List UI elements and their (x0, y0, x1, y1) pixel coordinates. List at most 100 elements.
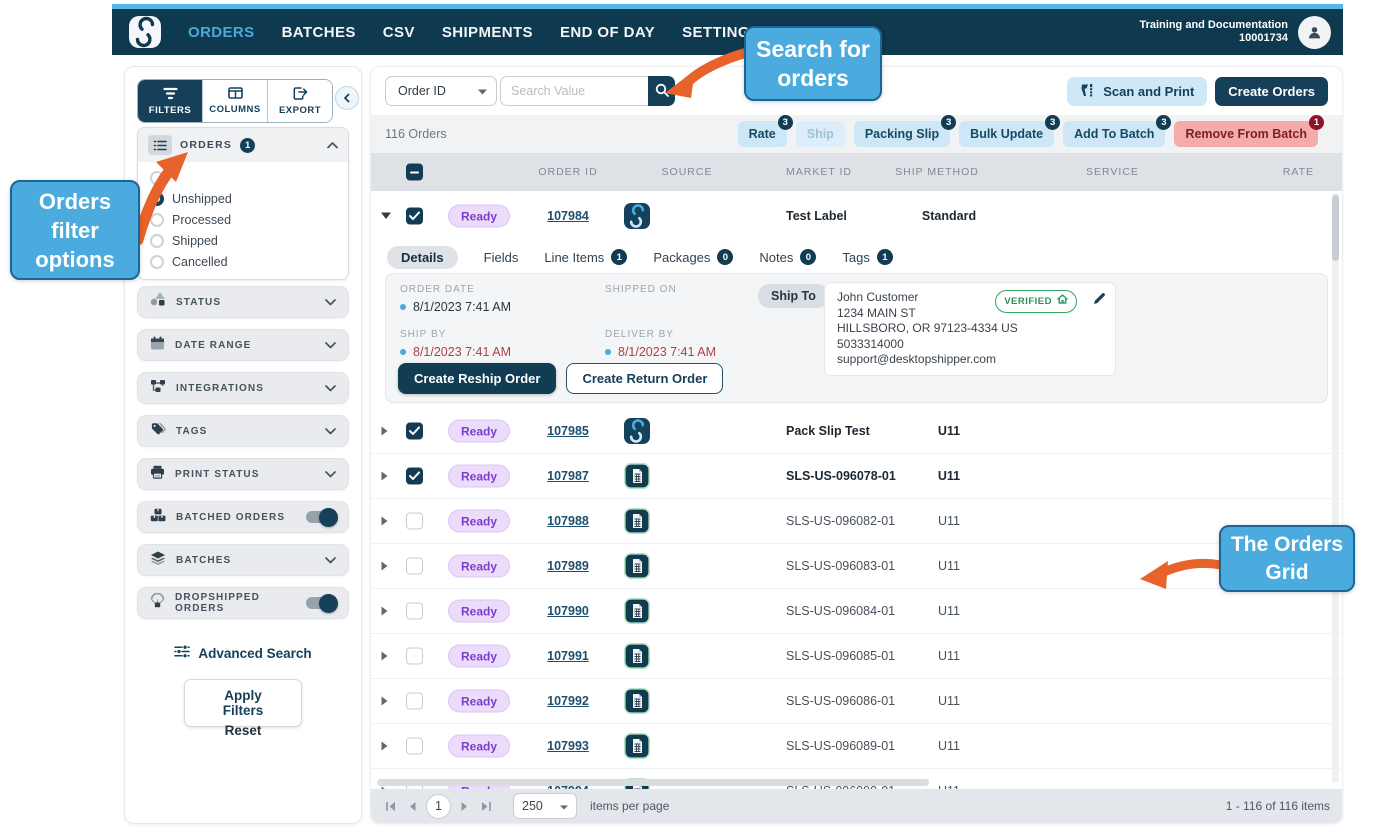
sidebar-section-integrations[interactable]: INTEGRATIONS (137, 372, 349, 404)
row-checkbox[interactable] (406, 648, 423, 665)
sidebar-section-dropshipped-orders[interactable]: DROPSHIPPED ORDERS (137, 587, 349, 619)
create-reship-order-button[interactable]: Create Reship Order (398, 363, 556, 394)
chevron-down-icon[interactable] (325, 336, 336, 354)
detail-tab-details[interactable]: Details (387, 246, 458, 269)
table-row[interactable]: Ready 107985 Pack Slip Test U11 (371, 409, 1342, 454)
horizontal-scrollbar[interactable] (377, 779, 929, 786)
search-input[interactable] (500, 76, 648, 106)
order-id-link[interactable]: 107992 (547, 694, 589, 708)
last-page-icon[interactable] (478, 801, 494, 812)
sidebar-tab-columns[interactable]: COLUMNS (202, 80, 267, 122)
table-row[interactable]: Ready 107987 SLS-US-096078-01 U11 (371, 454, 1342, 499)
search-button[interactable] (648, 76, 675, 106)
bulk-update-button[interactable]: Bulk Update3 (959, 121, 1054, 147)
search-field-select[interactable]: Order ID (385, 76, 497, 106)
order-id-link[interactable]: 107993 (547, 739, 589, 753)
orders-filter-header[interactable]: ORDERS 1 (138, 128, 348, 162)
packing-slip-button[interactable]: Packing Slip3 (854, 121, 950, 147)
vertical-scrollbar[interactable] (1332, 195, 1339, 261)
row-checkbox[interactable] (406, 208, 423, 225)
row-checkbox[interactable] (406, 513, 423, 530)
nav-item-batches[interactable]: BATCHES (282, 24, 356, 41)
remove-from-batch-button[interactable]: Remove From Batch1 (1174, 121, 1318, 147)
edit-address-pencil-icon[interactable] (1092, 291, 1107, 306)
sidebar-section-tags[interactable]: TAGS (137, 415, 349, 447)
orders-filter-option-shipped[interactable]: Shipped (150, 233, 336, 248)
table-row[interactable]: Ready 107984 Test Label Standard (371, 191, 1342, 241)
first-page-icon[interactable] (383, 801, 399, 812)
order-id-link[interactable]: 107989 (547, 559, 589, 573)
order-id-link[interactable]: 107990 (547, 604, 589, 618)
table-row[interactable]: Ready 107990 SLS-US-096084-01 U11 (371, 589, 1342, 634)
expand-row-caret[interactable] (381, 696, 388, 706)
order-id-link[interactable]: 107991 (547, 649, 589, 663)
detail-tab-line-items[interactable]: Line Items1 (544, 249, 627, 265)
chevron-down-icon[interactable] (325, 465, 336, 483)
nav-item-orders[interactable]: ORDERS (188, 24, 255, 41)
table-row[interactable]: Ready 107988 SLS-US-096082-01 U11 (371, 499, 1342, 544)
apply-filters-button[interactable]: Apply Filters (184, 679, 302, 727)
radio-icon[interactable] (150, 234, 164, 248)
sidebar-section-date-range[interactable]: DATE RANGE (137, 329, 349, 361)
order-id-link[interactable]: 107988 (547, 514, 589, 528)
row-checkbox[interactable] (406, 693, 423, 710)
row-checkbox[interactable] (406, 423, 423, 440)
orders-filter-option[interactable] (150, 170, 336, 185)
scan-and-print-button[interactable]: Scan and Print (1067, 77, 1207, 106)
collapse-row-caret[interactable] (381, 213, 391, 220)
order-id-link[interactable]: 107984 (547, 209, 589, 223)
row-checkbox[interactable] (406, 738, 423, 755)
desktopshipper-logo-icon[interactable] (128, 15, 162, 49)
previous-page-icon[interactable] (406, 801, 419, 812)
chevron-down-icon[interactable] (325, 379, 336, 397)
detail-tab-packages[interactable]: Packages0 (653, 249, 733, 265)
rate-button[interactable]: Rate3 (738, 121, 787, 147)
chevron-down-icon[interactable] (325, 293, 336, 311)
sidebar-collapse-button[interactable] (335, 86, 359, 110)
select-all-checkbox[interactable] (406, 164, 423, 181)
create-orders-button[interactable]: Create Orders (1215, 77, 1328, 106)
row-checkbox[interactable] (406, 603, 423, 620)
ship-button[interactable]: Ship (796, 121, 845, 147)
row-checkbox[interactable] (406, 558, 423, 575)
chevron-down-icon[interactable] (325, 422, 336, 440)
create-return-order-button[interactable]: Create Return Order (566, 363, 723, 394)
avatar[interactable] (1298, 16, 1331, 49)
nav-item-shipments[interactable]: SHIPMENTS (442, 24, 533, 41)
detail-tab-fields[interactable]: Fields (484, 250, 519, 265)
expand-row-caret[interactable] (381, 651, 388, 661)
radio-icon[interactable] (150, 171, 164, 185)
chevron-down-icon[interactable] (325, 551, 336, 569)
chevron-up-icon[interactable] (327, 142, 338, 149)
sidebar-section-batches[interactable]: BATCHES (137, 544, 349, 576)
detail-tab-notes[interactable]: Notes0 (759, 249, 816, 265)
row-checkbox[interactable] (406, 468, 423, 485)
reset-link[interactable]: Reset (125, 723, 361, 738)
radio-icon[interactable] (150, 255, 164, 269)
expand-row-caret[interactable] (381, 561, 388, 571)
detail-tab-tags[interactable]: Tags1 (842, 249, 892, 265)
table-row[interactable]: Ready 107992 SLS-US-096086-01 U11 (371, 679, 1342, 724)
expand-row-caret[interactable] (381, 516, 388, 526)
expand-row-caret[interactable] (381, 471, 388, 481)
table-row[interactable]: Ready 107989 SLS-US-096083-01 U11 (371, 544, 1342, 589)
toggle-switch[interactable] (306, 511, 336, 523)
orders-filter-option-processed[interactable]: Processed (150, 212, 336, 227)
sidebar-section-status[interactable]: STATUS (137, 286, 349, 318)
expand-row-caret[interactable] (381, 426, 388, 436)
sidebar-section-batched-orders[interactable]: BATCHED ORDERS (137, 501, 349, 533)
order-id-link[interactable]: 107987 (547, 469, 589, 483)
expand-row-caret[interactable] (381, 606, 388, 616)
nav-item-csv[interactable]: CSV (383, 24, 415, 41)
add-to-batch-button[interactable]: Add To Batch3 (1063, 121, 1165, 147)
sidebar-tab-export[interactable]: EXPORT (267, 80, 332, 122)
radio-icon[interactable] (150, 213, 164, 227)
orders-filter-option-unshipped[interactable]: Unshipped (150, 191, 336, 206)
page-number-button[interactable]: 1 (426, 794, 451, 819)
sidebar-tab-filters[interactable]: FILTERS (138, 80, 202, 122)
table-row[interactable]: Ready 107991 SLS-US-096085-01 U11 (371, 634, 1342, 679)
next-page-icon[interactable] (458, 801, 471, 812)
sidebar-section-print-status[interactable]: PRINT STATUS (137, 458, 349, 490)
page-size-select[interactable]: 250 (513, 793, 577, 819)
orders-filter-option-cancelled[interactable]: Cancelled (150, 254, 336, 269)
